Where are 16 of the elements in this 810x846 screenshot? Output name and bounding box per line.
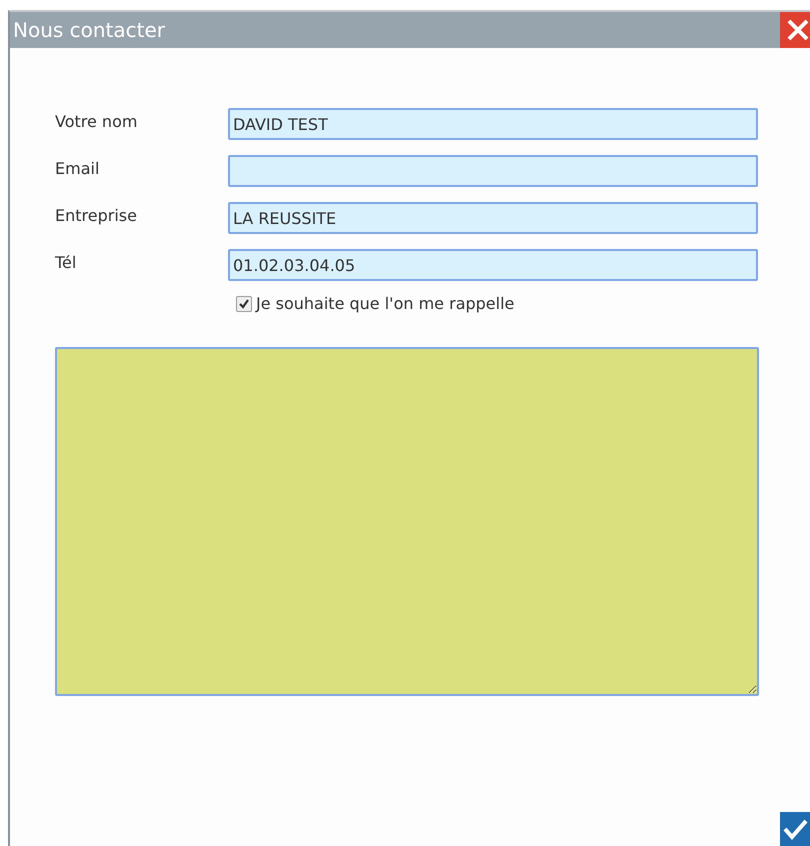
input-field[interactable]: 01.02.03.04.05 (228, 249, 758, 281)
message-field[interactable] (55, 347, 759, 696)
checkbox-label: Je souhaite que l'on me rappelle (256, 294, 514, 313)
field-label: Votre nom (55, 112, 138, 130)
checkbox[interactable] (236, 296, 252, 312)
input-field[interactable]: DAVID TEST (228, 108, 758, 140)
field-label: Email (55, 158, 100, 178)
input-field[interactable] (228, 155, 758, 187)
window-title: Nous contacter (12, 18, 166, 42)
checkmark-icon (782, 817, 808, 841)
input-field[interactable]: LA REUSSITE (228, 202, 758, 234)
close-icon (786, 18, 810, 42)
field-label: Entreprise (55, 206, 138, 224)
submit-button[interactable] (780, 812, 810, 846)
field-label: Tél (55, 252, 78, 272)
close-button[interactable] (780, 12, 810, 48)
